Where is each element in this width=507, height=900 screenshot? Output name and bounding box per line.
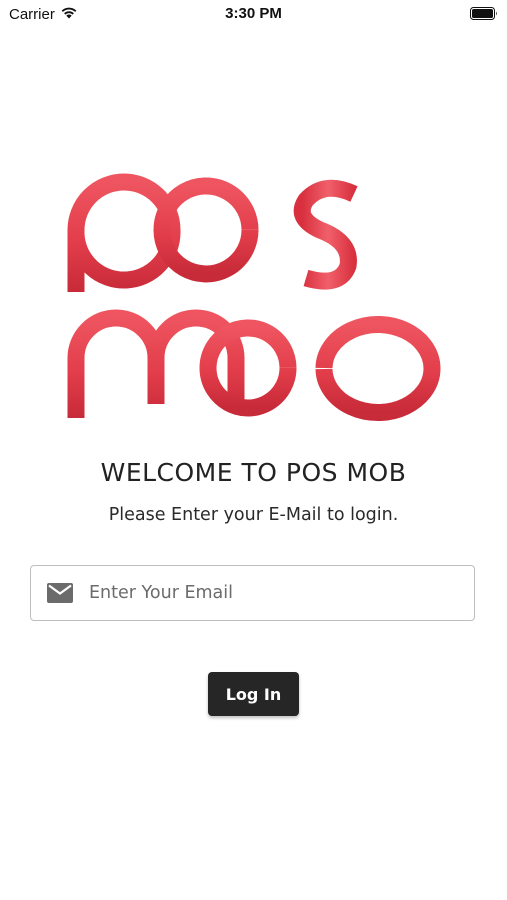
welcome-subtitle: Please Enter your E-Mail to login. bbox=[108, 505, 399, 525]
mail-icon bbox=[47, 583, 73, 603]
login-button[interactable]: Log In bbox=[208, 672, 299, 716]
status-time: 3:30 PM bbox=[225, 5, 282, 22]
email-field[interactable] bbox=[30, 565, 475, 621]
status-bar: Carrier 3:30 PM bbox=[0, 0, 507, 30]
pos-mob-logo bbox=[62, 172, 442, 424]
welcome-title: WELCOME TO POS MOB bbox=[100, 458, 407, 487]
email-input[interactable] bbox=[89, 583, 449, 603]
battery-icon bbox=[470, 7, 498, 25]
